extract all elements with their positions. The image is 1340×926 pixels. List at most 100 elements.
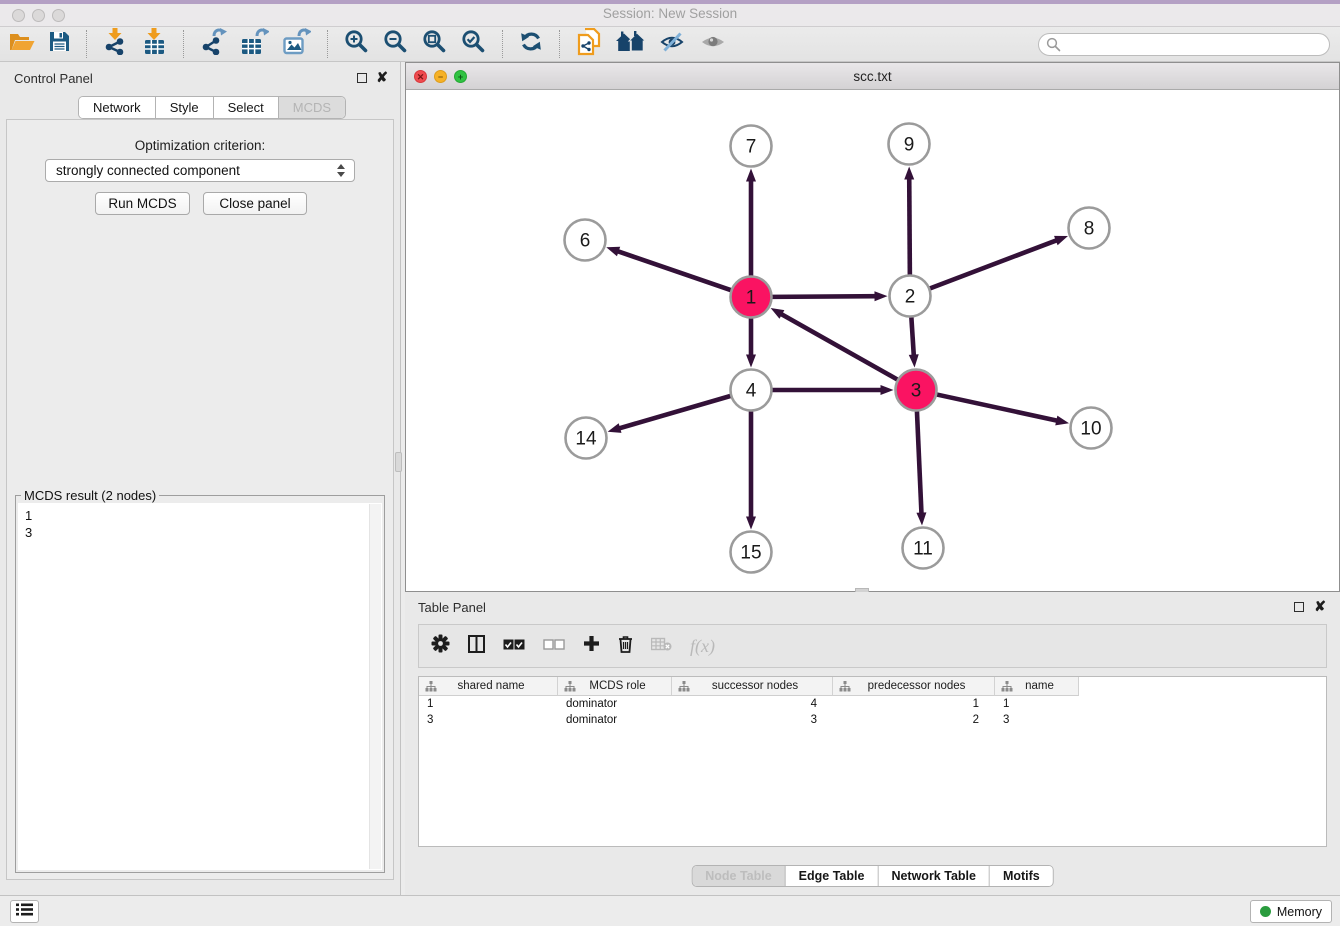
node-table: shared nameMCDS role successor nodesprede… bbox=[418, 676, 1327, 847]
graph-edge-arrowhead bbox=[881, 385, 894, 395]
table-cell[interactable]: dominator bbox=[558, 696, 672, 712]
panel-mode-button[interactable] bbox=[468, 635, 485, 658]
result-scrollbar[interactable] bbox=[369, 504, 381, 869]
select-all-button[interactable] bbox=[503, 637, 525, 655]
graph-node-label: 14 bbox=[575, 429, 597, 450]
graph-edge-1-6[interactable] bbox=[616, 251, 731, 290]
delete-column-button[interactable] bbox=[618, 635, 633, 658]
column-header-successor-nodes[interactable]: successor nodes bbox=[672, 677, 833, 696]
table-row[interactable]: 3dominator323 bbox=[419, 712, 1326, 728]
graph-node-label: 7 bbox=[746, 137, 757, 158]
control-panel-header: Control Panel ✘ bbox=[0, 62, 400, 94]
graph-edge-arrowhead bbox=[746, 355, 756, 368]
tab-select[interactable]: Select bbox=[214, 97, 279, 118]
table-header-row: shared nameMCDS role successor nodesprede… bbox=[419, 677, 1326, 696]
tab-style[interactable]: Style bbox=[156, 97, 214, 118]
hide-selected-button[interactable] bbox=[660, 29, 686, 59]
network-canvas[interactable]: 7968124314101511 bbox=[406, 90, 1339, 591]
close-table-panel-icon[interactable]: ✘ bbox=[1314, 601, 1326, 611]
table-cell[interactable]: dominator bbox=[558, 712, 672, 728]
save-session-button[interactable] bbox=[49, 29, 70, 59]
delete-table-button[interactable] bbox=[651, 637, 672, 656]
export-image-button[interactable] bbox=[283, 29, 311, 59]
graph-edge-arrowhead bbox=[909, 354, 919, 367]
zoom-out-button[interactable] bbox=[383, 29, 408, 59]
table-cell[interactable]: 1 bbox=[833, 696, 995, 712]
tab-network-table[interactable]: Network Table bbox=[878, 866, 990, 886]
export-network-button[interactable] bbox=[200, 29, 227, 59]
table-cell[interactable]: 3 bbox=[672, 712, 833, 728]
zoom-in-button[interactable] bbox=[344, 29, 369, 59]
memory-status-icon bbox=[1260, 906, 1271, 917]
graph-edge-3-10[interactable] bbox=[937, 395, 1059, 422]
search-icon bbox=[1046, 37, 1061, 57]
memory-button[interactable]: Memory bbox=[1250, 900, 1332, 923]
table-cell[interactable]: 1 bbox=[419, 696, 558, 712]
graph-edge-2-9[interactable] bbox=[909, 176, 910, 274]
run-mcds-button[interactable]: Run MCDS bbox=[95, 192, 190, 215]
open-session-button[interactable] bbox=[9, 29, 35, 59]
mcds-result-box[interactable]: 1 3 bbox=[18, 503, 382, 870]
network-files-button[interactable] bbox=[576, 29, 602, 59]
gear-icon bbox=[431, 634, 450, 658]
graph-edge-1-2[interactable] bbox=[772, 296, 877, 297]
graph-edge-3-1[interactable] bbox=[779, 313, 897, 379]
close-panel-button[interactable]: Close panel bbox=[203, 192, 307, 215]
tab-edge-table[interactable]: Edge Table bbox=[786, 866, 879, 886]
close-panel-icon[interactable]: ✘ bbox=[376, 72, 388, 82]
graph-node-label: 10 bbox=[1080, 419, 1101, 440]
deselect-all-button[interactable] bbox=[543, 637, 565, 655]
function-builder-button[interactable]: f(x) bbox=[690, 636, 715, 657]
task-history-button[interactable] bbox=[10, 900, 39, 923]
table-cell[interactable]: 4 bbox=[672, 696, 833, 712]
table-cell[interactable]: 3 bbox=[995, 712, 1079, 728]
table-cell[interactable]: 3 bbox=[419, 712, 558, 728]
table-cell[interactable]: 2 bbox=[833, 712, 995, 728]
float-panel-icon[interactable] bbox=[357, 73, 367, 83]
graph-edge-arrowhead bbox=[1055, 416, 1069, 426]
graph-edge-3-11[interactable] bbox=[917, 411, 922, 515]
show-all-button[interactable] bbox=[700, 29, 726, 59]
float-table-panel-icon[interactable] bbox=[1294, 602, 1304, 612]
add-column-button[interactable] bbox=[583, 635, 600, 657]
graph-node-label: 4 bbox=[746, 381, 757, 402]
search-field bbox=[1038, 33, 1330, 56]
graph-edge-arrowhead bbox=[746, 517, 756, 530]
graph-edge-2-8[interactable] bbox=[930, 240, 1059, 289]
table-toolbar: f(x) bbox=[418, 624, 1327, 668]
import-table-button[interactable] bbox=[143, 29, 167, 59]
refresh-view-button[interactable] bbox=[519, 29, 543, 59]
column-header-name[interactable]: name bbox=[995, 677, 1079, 696]
search-input[interactable] bbox=[1038, 33, 1330, 56]
eye-icon bbox=[700, 32, 726, 57]
export-table-button[interactable] bbox=[241, 29, 269, 59]
table-cell[interactable]: 1 bbox=[995, 696, 1079, 712]
column-header-shared-name[interactable]: shared name bbox=[419, 677, 558, 696]
column-header-predecessor-nodes[interactable]: predecessor nodes bbox=[833, 677, 995, 696]
home-view-button[interactable] bbox=[616, 29, 646, 59]
splitter-grip[interactable] bbox=[395, 452, 402, 472]
list-icon bbox=[16, 903, 33, 921]
zoom-selected-button[interactable] bbox=[461, 29, 486, 59]
memory-label: Memory bbox=[1277, 905, 1322, 919]
tab-network[interactable]: Network bbox=[79, 97, 156, 118]
network-window-titlebar[interactable]: ✕ − + scc.txt bbox=[406, 63, 1339, 90]
table-row[interactable]: 1dominator411 bbox=[419, 696, 1326, 712]
table-settings-button[interactable] bbox=[431, 634, 450, 658]
graph-node-label: 8 bbox=[1084, 219, 1095, 240]
import-network-button[interactable] bbox=[103, 29, 129, 59]
column-header-MCDS-role[interactable]: MCDS role bbox=[558, 677, 672, 696]
tab-motifs[interactable]: Motifs bbox=[990, 866, 1053, 886]
checked-boxes-icon bbox=[503, 637, 525, 655]
column-label: successor nodes bbox=[690, 680, 832, 692]
criterion-dropdown[interactable]: strongly connected component bbox=[45, 159, 355, 182]
graph-edge-4-14[interactable] bbox=[617, 396, 730, 429]
graph-node-label: 3 bbox=[911, 381, 922, 402]
graph-edge-2-3[interactable] bbox=[911, 317, 914, 357]
tab-mcds[interactable]: MCDS bbox=[279, 97, 345, 118]
graph-edge-arrowhead bbox=[1054, 236, 1068, 245]
zoom-fit-button[interactable] bbox=[422, 29, 447, 59]
tab-node-table[interactable]: Node Table bbox=[692, 866, 785, 886]
import-network-icon bbox=[103, 28, 129, 60]
plus-icon bbox=[583, 635, 600, 657]
